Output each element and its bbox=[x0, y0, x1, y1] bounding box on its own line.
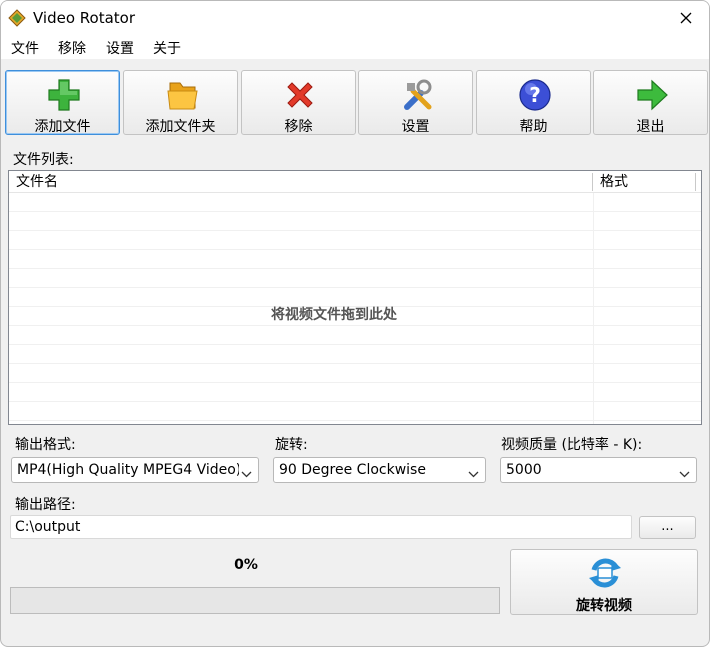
help-label: 帮助 bbox=[519, 119, 548, 135]
rotate-video-label: 旋转视频 bbox=[576, 598, 632, 614]
progress-bar bbox=[10, 587, 500, 614]
rotation-select[interactable]: 90 Degree Clockwise bbox=[273, 457, 486, 483]
list-row bbox=[9, 383, 701, 402]
menu-file[interactable]: 文件 bbox=[11, 38, 39, 58]
list-row bbox=[9, 326, 701, 345]
window-title: Video Rotator bbox=[33, 9, 136, 27]
exit-icon bbox=[637, 79, 668, 111]
file-list[interactable]: 文件名 格式 将视频文件拖到此处 bbox=[8, 170, 702, 425]
list-row bbox=[9, 402, 701, 421]
list-row bbox=[9, 269, 701, 288]
output-format-value: MP4(High Quality MPEG4 Video) bbox=[17, 462, 239, 478]
list-row bbox=[9, 193, 701, 212]
rotate-video-button[interactable]: 旋转视频 bbox=[510, 549, 698, 615]
column-header-filename[interactable]: 文件名 bbox=[9, 171, 593, 193]
app-logo-icon bbox=[8, 9, 26, 27]
help-button[interactable]: ? 帮助 bbox=[476, 70, 591, 135]
add-file-button[interactable]: 添加文件 bbox=[5, 70, 120, 135]
title-bar: Video Rotator bbox=[1, 1, 709, 35]
close-button[interactable] bbox=[663, 1, 709, 35]
column-header-format[interactable]: 格式 bbox=[593, 171, 695, 193]
close-icon bbox=[680, 12, 692, 24]
output-path-label: 输出路径: bbox=[15, 497, 76, 513]
quality-select[interactable]: 5000 bbox=[500, 457, 697, 483]
list-row bbox=[9, 250, 701, 269]
file-list-label: 文件列表: bbox=[13, 152, 74, 168]
svg-text:?: ? bbox=[529, 83, 541, 107]
output-path-input[interactable] bbox=[10, 515, 632, 539]
exit-button[interactable]: 退出 bbox=[593, 70, 708, 135]
settings-icon bbox=[404, 79, 432, 110]
rotation-value: 90 Degree Clockwise bbox=[279, 462, 426, 478]
quality-label: 视频质量 (比特率 - K): bbox=[501, 437, 643, 453]
menu-bar: 文件 移除 设置 关于 bbox=[1, 35, 709, 59]
chevron-down-icon bbox=[241, 466, 252, 482]
menu-remove[interactable]: 移除 bbox=[58, 38, 86, 58]
drop-hint: 将视频文件拖到此处 bbox=[271, 307, 397, 323]
progress-percent: 0% bbox=[234, 557, 258, 573]
quality-value: 5000 bbox=[506, 462, 542, 478]
list-row bbox=[9, 231, 701, 250]
remove-icon bbox=[287, 82, 313, 108]
output-format-label: 输出格式: bbox=[15, 437, 76, 453]
remove-label: 移除 bbox=[284, 119, 313, 135]
exit-label: 退出 bbox=[636, 119, 665, 135]
column-separator bbox=[695, 173, 696, 191]
chevron-down-icon bbox=[679, 466, 690, 482]
remove-button[interactable]: 移除 bbox=[241, 70, 356, 135]
help-icon: ? bbox=[519, 79, 551, 111]
add-folder-label: 添加文件夹 bbox=[145, 119, 216, 135]
add-file-icon bbox=[48, 79, 80, 111]
menu-about[interactable]: 关于 bbox=[153, 38, 181, 58]
menu-settings[interactable]: 设置 bbox=[106, 38, 134, 58]
app-window: Video Rotator 文件 移除 设置 关于 添加文件 添加文件夹 移除 bbox=[0, 0, 710, 647]
add-file-label: 添加文件 bbox=[34, 119, 91, 135]
list-row bbox=[9, 364, 701, 383]
output-format-select[interactable]: MP4(High Quality MPEG4 Video) bbox=[11, 457, 259, 483]
settings-label: 设置 bbox=[401, 119, 430, 135]
chevron-down-icon bbox=[468, 466, 479, 482]
browse-button[interactable]: ... bbox=[639, 516, 696, 539]
list-row bbox=[9, 212, 701, 231]
file-list-header: 文件名 格式 bbox=[9, 171, 701, 193]
rotation-label: 旋转: bbox=[275, 437, 308, 453]
list-row bbox=[9, 345, 701, 364]
rotate-icon bbox=[589, 558, 621, 588]
folder-icon bbox=[167, 82, 198, 110]
add-folder-button[interactable]: 添加文件夹 bbox=[123, 70, 238, 135]
settings-button[interactable]: 设置 bbox=[358, 70, 473, 135]
